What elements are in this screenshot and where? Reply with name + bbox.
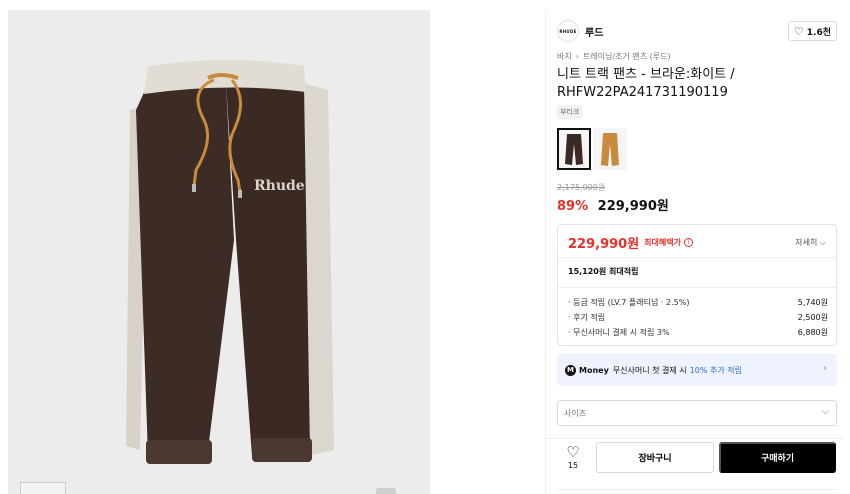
brand-like-count: 1.6천 bbox=[806, 27, 831, 38]
thumbnail-1[interactable] bbox=[20, 482, 66, 494]
breadcrumb-item-category[interactable]: 바지 bbox=[557, 51, 572, 62]
rhude-print: Rhude bbox=[254, 178, 305, 194]
points-item-label: · 무신사머니 결제 시 적립 3% bbox=[568, 328, 670, 337]
points-list: · 등급 적립 (LV.7 플래티넘 · 2.5%) 5,740원 · 후기 적… bbox=[568, 295, 828, 340]
wish-count: 15 bbox=[567, 461, 579, 470]
max-benefit-row: 229,990원 최대혜택가 i bbox=[568, 233, 828, 252]
heart-icon: ♡ bbox=[793, 24, 804, 38]
money-banner[interactable]: M Money 무신사머니 첫 결제 시 10% 추가 적립 › bbox=[557, 354, 837, 386]
product-image: Rhude bbox=[126, 60, 334, 464]
money-highlight: 10% 추가 적립 bbox=[689, 365, 742, 375]
size-select[interactable]: 사이즈 ⌵ bbox=[557, 400, 837, 426]
brand-name[interactable]: 루드 bbox=[585, 24, 603, 39]
price-row: 89% 229,990원 bbox=[557, 195, 669, 214]
max-points: 15,120원 최대적립 bbox=[568, 267, 639, 276]
max-benefit-price: 229,990원 bbox=[568, 237, 640, 252]
points-item: · 무신사머니 결제 시 적립 3% 6,880원 bbox=[568, 325, 828, 340]
benefit-detail-label: 자세히 bbox=[795, 238, 818, 247]
money-logo-icon: M bbox=[565, 364, 576, 376]
brand-logo[interactable]: RHUDE bbox=[557, 20, 579, 42]
divider bbox=[558, 257, 836, 258]
breadcrumb: 바지 › 트레이닝/조거 팬츠 (루드) bbox=[557, 51, 671, 62]
image-pager[interactable] bbox=[374, 488, 418, 494]
divider bbox=[545, 438, 843, 439]
brand-like-button[interactable]: ♡ 1.6천 bbox=[787, 21, 837, 41]
discount-rate: 89% bbox=[557, 199, 589, 214]
points-item-label: · 후기 적립 bbox=[568, 313, 606, 322]
benefit-box: 229,990원 최대혜택가 i 자세히 ⌵ 15,120원 최대적립 · 등급… bbox=[557, 224, 837, 346]
chevron-right-icon: › bbox=[575, 52, 579, 61]
original-price: 2,175,000원 bbox=[557, 183, 606, 192]
option-orange-image bbox=[601, 133, 619, 166]
chevron-right-icon: › bbox=[823, 363, 827, 374]
breadcrumb-item-subcategory[interactable]: 트레이닝/조거 팬츠 (루드) bbox=[583, 51, 671, 62]
brand-row: RHUDE 루드 ♡ 1.6천 bbox=[557, 20, 837, 42]
points-item-value: 5,740원 bbox=[797, 298, 828, 307]
product-info-panel: RHUDE 루드 ♡ 1.6천 바지 › 트레이닝/조거 팬츠 (루드) 니트 … bbox=[545, 10, 843, 494]
sale-price: 229,990원 bbox=[597, 199, 669, 214]
option-swatch-orange[interactable] bbox=[593, 128, 627, 170]
max-benefit-label: 최대혜택가 bbox=[644, 238, 681, 247]
product-title: 니트 트랙 팬츠 - 브라운:화이트 / RHFW22PA24173119011… bbox=[557, 67, 735, 100]
money-text: 무신사머니 첫 결제 시 bbox=[612, 365, 687, 375]
boutique-tag: 부티크 bbox=[557, 105, 583, 119]
divider bbox=[558, 287, 836, 288]
chevron-down-icon: ⌵ bbox=[821, 406, 829, 417]
add-to-cart-button[interactable]: 장바구니 bbox=[596, 442, 714, 473]
size-select-placeholder: 사이즈 bbox=[564, 408, 587, 418]
points-item-label: · 등급 적립 (LV.7 플래티넘 · 2.5%) bbox=[568, 298, 690, 307]
chevron-down-icon: ⌵ bbox=[819, 238, 826, 247]
divider bbox=[557, 489, 837, 490]
option-swatch-brown[interactable] bbox=[557, 128, 591, 170]
panel-divider bbox=[545, 10, 546, 494]
wish-button[interactable]: ♡ 15 bbox=[560, 444, 586, 476]
product-image-panel: Rhude bbox=[8, 10, 430, 494]
option-brown-image bbox=[565, 134, 583, 165]
points-item: · 등급 적립 (LV.7 플래티넘 · 2.5%) 5,740원 bbox=[568, 295, 828, 310]
heart-icon: ♡ bbox=[566, 443, 580, 461]
info-icon[interactable]: i bbox=[683, 238, 693, 247]
points-item-value: 6,880원 bbox=[797, 328, 828, 337]
buy-now-button[interactable]: 구매하기 bbox=[719, 442, 836, 473]
points-item-value: 2,500원 bbox=[797, 313, 828, 322]
benefit-detail-toggle[interactable]: 자세히 ⌵ bbox=[795, 237, 826, 248]
money-brand: Money bbox=[579, 365, 609, 375]
points-item: · 후기 적립 2,500원 bbox=[568, 310, 828, 325]
